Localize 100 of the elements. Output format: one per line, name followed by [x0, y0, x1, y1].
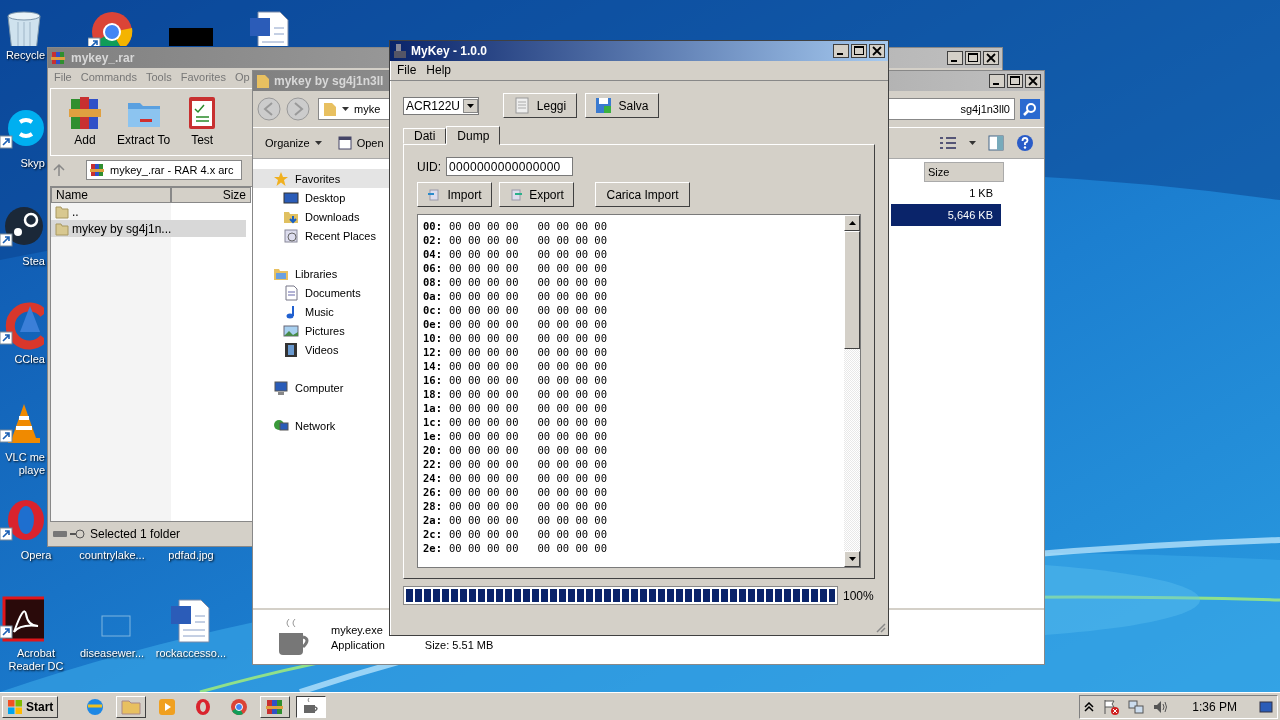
show-desktop-icon[interactable] [1259, 699, 1273, 714]
help-icon[interactable] [1016, 134, 1034, 152]
window-title: mykey_.rar [71, 51, 135, 65]
nav-item[interactable]: Music [253, 302, 389, 321]
reader-dropdown[interactable]: ACR122U [403, 96, 479, 115]
archive-icon [51, 50, 67, 66]
minimize-icon[interactable] [833, 44, 849, 58]
computer-icon [273, 379, 289, 396]
save-button[interactable]: Salva [585, 93, 659, 118]
icon-label[interactable]: Opera [20, 549, 52, 562]
star-icon [273, 170, 289, 187]
dropdown-value: ACR122U [406, 98, 461, 113]
nav-item[interactable]: Videos [253, 340, 389, 359]
caret-icon [314, 141, 322, 145]
row-bytes: 00 00 00 00 00 00 00 00 [448, 219, 607, 233]
search-button[interactable] [1020, 99, 1040, 119]
icon-label[interactable]: diseasewer... [79, 647, 145, 660]
row-address: 18: [423, 387, 442, 401]
row-address: 2a: [423, 513, 442, 527]
row-bytes: 00 00 00 00 00 00 00 00 [448, 527, 607, 541]
down-arrow-icon[interactable] [848, 557, 856, 561]
menu-item[interactable]: File [397, 63, 417, 78]
tool-button[interactable]: Test [184, 93, 221, 151]
maximize-icon[interactable] [851, 44, 867, 58]
column-header[interactable]: Size [924, 162, 1004, 182]
nav-item[interactable]: Pictures [253, 321, 389, 340]
row-bytes: 00 00 00 00 00 00 00 00 [448, 359, 607, 373]
monitor-icon [283, 189, 299, 206]
row-bytes: 00 00 00 00 00 00 00 00 [448, 289, 607, 303]
folder-icon [256, 73, 270, 89]
caret-icon[interactable] [969, 141, 976, 145]
row-address: 2c: [423, 527, 442, 541]
address-field[interactable]: mykey_.rar - RAR 4.x arc [86, 160, 242, 180]
uid-field[interactable]: 0000000000000000 [446, 157, 573, 176]
icon-label[interactable]: Skyp [1, 157, 47, 170]
row-bytes: 00 00 00 00 00 00 00 00 [448, 345, 607, 359]
close-icon[interactable] [869, 44, 885, 58]
resize-grip-icon[interactable] [874, 621, 886, 633]
icon-label[interactable]: CClea [1, 353, 47, 366]
window-title: mykey by sg4j1n3ll [274, 74, 384, 88]
tab[interactable]: Dump [446, 126, 501, 145]
preview-pane-icon[interactable] [988, 135, 1004, 151]
up-arrow-icon[interactable] [848, 221, 856, 225]
nav-item[interactable]: Documents [253, 283, 389, 302]
nav-item[interactable]: Network [253, 416, 389, 435]
view-list-icon[interactable] [939, 136, 957, 150]
nav-item[interactable]: Desktop [253, 188, 389, 207]
tool-button[interactable]: Add [67, 93, 103, 151]
file-row[interactable]: mykey by sg4j1n... [51, 220, 246, 237]
export-button[interactable]: Export [499, 182, 574, 207]
nav-item[interactable]: Favorites [253, 169, 389, 188]
nav-item[interactable]: Downloads [253, 207, 389, 226]
column-header[interactable]: Name [51, 187, 171, 203]
status-text: Selected 1 folder [90, 527, 181, 541]
row-address: 08: [423, 275, 442, 289]
taskbar-button[interactable] [296, 695, 327, 718]
icon-label[interactable]: countrylake... [79, 549, 145, 562]
icon-label[interactable]: VLC me playe [1, 451, 47, 477]
cleaner-icon[interactable] [0, 302, 44, 350]
play-icon [157, 696, 178, 717]
reader-icon[interactable] [0, 596, 44, 644]
row-bytes: 00 00 00 00 00 00 00 00 [448, 429, 607, 443]
nav-item[interactable]: Computer [253, 378, 389, 397]
column-header[interactable]: Size [171, 187, 251, 203]
file-size[interactable]: 5,646 KB [891, 204, 1001, 226]
nav-item[interactable]: Libraries [253, 264, 389, 283]
nav-item[interactable]: Recent Places [253, 226, 389, 245]
file-size[interactable]: 1 KB [891, 182, 1001, 204]
drive-icon [52, 528, 86, 540]
clock-icon [283, 227, 299, 244]
archive-icon [90, 162, 106, 178]
import-button[interactable]: Import [417, 182, 492, 207]
row-address: 02: [423, 233, 442, 247]
load-import-button[interactable]: Carica Import [595, 182, 690, 207]
start-button[interactable]: Start [2, 695, 59, 718]
address-text: myke [354, 103, 381, 115]
clock[interactable]: 1:36 PM [1192, 699, 1237, 714]
icon-label[interactable]: Stea [1, 255, 47, 268]
tool-button[interactable]: Extract To [117, 93, 171, 151]
organize-button[interactable]: Organize [263, 135, 324, 151]
tab[interactable]: Dati [403, 128, 447, 144]
field-label: UID: [417, 159, 441, 174]
picture-icon [283, 322, 299, 339]
globe-icon [273, 417, 289, 434]
row-bytes: 00 00 00 00 00 00 00 00 [448, 331, 607, 345]
chevron-up-icon[interactable] [1084, 701, 1095, 712]
window-title: MyKey - 1.0.0 [411, 44, 488, 58]
menu-item[interactable]: Help [426, 63, 452, 78]
icon-label[interactable]: Recycle [1, 49, 47, 62]
page-icon [509, 187, 524, 202]
network-icon[interactable] [1128, 698, 1145, 715]
scrollbar[interactable] [844, 215, 860, 567]
read-button[interactable]: Leggi [503, 93, 577, 118]
icon-label[interactable]: pdfad.jpg [168, 549, 214, 562]
row-bytes: 00 00 00 00 00 00 00 00 [448, 317, 607, 331]
row-address: 06: [423, 261, 442, 275]
open-button[interactable]: Open [335, 134, 386, 152]
flag-icon[interactable] [1102, 698, 1121, 715]
icon-label[interactable]: Acrobat Reader DC [0, 647, 72, 673]
file-row[interactable]: .. [51, 203, 246, 220]
